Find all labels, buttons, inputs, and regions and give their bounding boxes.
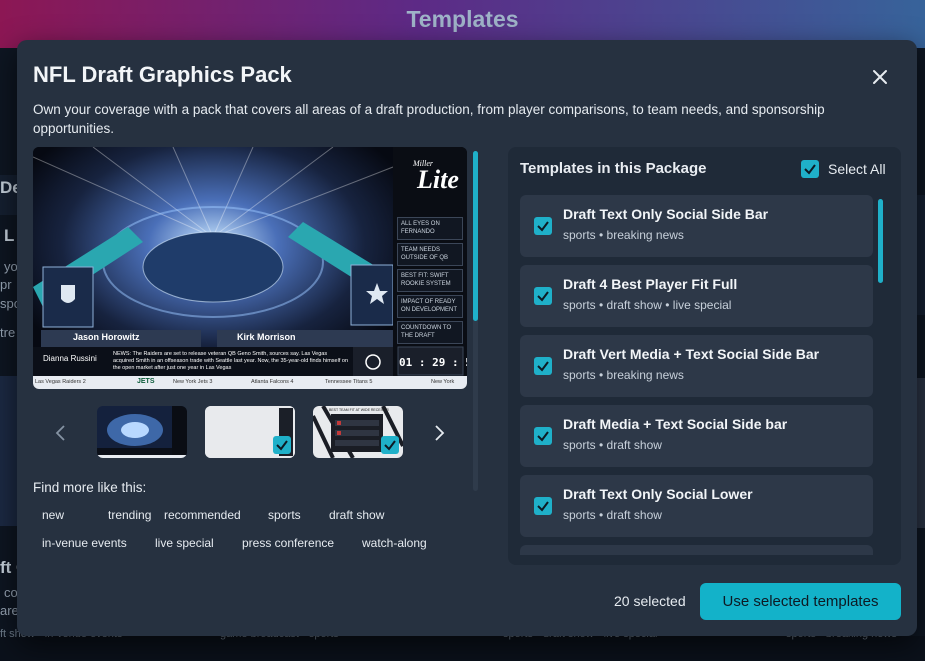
item-tags: sports • draft show • live special <box>563 298 732 312</box>
item-title: Draft Text Only Social Lower <box>563 486 753 502</box>
template-preview: Jason Horowitz Kirk Morrison Dianna Russ… <box>33 147 467 389</box>
tag-in-venue-events[interactable]: in-venue events <box>32 532 137 554</box>
bg-fragment: L <box>4 226 15 245</box>
close-icon <box>873 70 887 84</box>
tag-sports[interactable]: sports <box>258 504 311 526</box>
check-icon <box>276 440 288 451</box>
list-item[interactable]: Draft 4 Best Player Fit Full sports • dr… <box>520 265 873 327</box>
list-item-partial[interactable] <box>520 545 873 555</box>
news-ticker: NEWS: The Raiders are set to release vet… <box>113 351 348 371</box>
page-title: Templates <box>406 6 519 32</box>
list-item[interactable]: Draft Vert Media + Text Social Side Bar … <box>520 335 873 397</box>
ticker-score: Atlanta Falcons 4 <box>251 379 294 385</box>
modal-description: Own your coverage with a pack that cover… <box>33 102 825 136</box>
bg-fragment: yo <box>4 259 18 274</box>
list-item[interactable]: Draft Text Only Social Lower sports • dr… <box>520 475 873 537</box>
preview-scrollbar-thumb[interactable] <box>473 151 478 321</box>
ticker-score: New York <box>431 379 455 385</box>
item-checkbox[interactable] <box>534 287 552 305</box>
tag-press-conference[interactable]: press conference <box>232 532 344 554</box>
item-tags: sports • draft show <box>563 508 662 522</box>
templates-panel: Templates in this Package Select All Dra… <box>508 147 901 565</box>
tag-draft-show[interactable]: draft show <box>319 504 394 526</box>
item-checkbox[interactable] <box>534 357 552 375</box>
thumbnail-2[interactable] <box>205 406 295 458</box>
lower-third-name-left: Jason Horowitz <box>73 332 140 342</box>
side-bar-item: IMPACT OF READY ON DEVELOPMENT <box>397 295 463 318</box>
item-title: Draft Vert Media + Text Social Side Bar <box>563 346 820 362</box>
list-item[interactable]: Draft Text Only Social Side Bar sports •… <box>520 195 873 257</box>
thumbnail-next-button[interactable] <box>431 423 447 443</box>
bg-fragment: are <box>0 603 19 618</box>
template-list-scrollbar-thumb[interactable] <box>878 199 883 283</box>
tag-new[interactable]: new <box>32 504 74 526</box>
thumbnail-3[interactable]: BEST TEAM FIT AT WIDE RECEIVER <box>313 406 403 458</box>
check-icon <box>537 501 549 512</box>
check-icon <box>804 164 816 175</box>
item-title: Draft Text Only Social Side Bar <box>563 206 769 222</box>
bg-card-right-image <box>917 378 925 528</box>
check-icon <box>537 361 549 372</box>
panel-title: Templates in this Package <box>520 160 707 177</box>
bg-fragment: tre <box>0 325 16 340</box>
tag-recommended[interactable]: recommended <box>154 504 251 526</box>
selected-count: 20 selected <box>614 593 686 609</box>
tag-watch-along[interactable]: watch-along <box>352 532 437 554</box>
select-all-toggle[interactable]: Select All <box>801 160 886 178</box>
item-tags: sports • breaking news <box>563 228 684 242</box>
select-all-checkbox[interactable] <box>801 160 819 178</box>
thumbnail-selected-checkbox[interactable] <box>273 436 291 454</box>
lower-third-name-right: Kirk Morrison <box>237 332 296 342</box>
chevron-right-icon <box>435 425 445 441</box>
ticker-score: Tennessee Titans 5 <box>325 379 373 385</box>
template-package-modal: NFL Draft Graphics Pack Own your coverag… <box>17 40 917 636</box>
tag-trending[interactable]: trending <box>98 504 161 526</box>
modal-title: NFL Draft Graphics Pack <box>33 62 292 87</box>
check-icon <box>384 440 396 451</box>
side-bar-item: TEAM NEEDS OUTSIDE OF QB <box>397 243 463 266</box>
ticker-score: Las Vegas Raiders 2 <box>35 379 86 385</box>
tag-live-special[interactable]: live special <box>145 532 224 554</box>
side-bar-item: BEST FIT: SWIFT ROOKIE SYSTEM <box>397 269 463 292</box>
check-icon <box>537 221 549 232</box>
ticker-score: New York Jets 3 <box>173 379 213 385</box>
check-icon <box>537 291 549 302</box>
thumbnail-selected-checkbox[interactable] <box>381 436 399 454</box>
bg-fragment: pr <box>0 277 12 292</box>
item-tags: sports • breaking news <box>563 368 684 382</box>
side-bar-item: COUNTDOWN TO THE DRAFT <box>397 321 463 344</box>
find-more-label: Find more like this: <box>33 480 147 495</box>
check-icon <box>537 431 549 442</box>
item-checkbox[interactable] <box>534 497 552 515</box>
thumbnail-stadium-image <box>97 406 187 458</box>
template-list: Draft Text Only Social Side Bar sports •… <box>520 195 874 555</box>
item-checkbox[interactable] <box>534 427 552 445</box>
item-tags: sports • draft show <box>563 438 662 452</box>
bg-card-right <box>917 195 925 315</box>
item-checkbox[interactable] <box>534 217 552 235</box>
select-all-label: Select All <box>828 161 886 177</box>
countdown-clock: 01 : 29 : 58 <box>399 356 467 369</box>
thumbnail-1[interactable] <box>97 406 187 458</box>
bg-fragment: co <box>4 585 18 600</box>
sponsor-logo: Lite <box>417 165 459 194</box>
item-title: Draft 4 Best Player Fit Full <box>563 276 738 292</box>
close-button[interactable] <box>868 65 892 89</box>
ticker-score: JETS <box>137 378 155 385</box>
chevron-left-icon <box>55 425 65 441</box>
bg-card-image <box>0 376 17 526</box>
anchor-name: Dianna Russini <box>43 354 97 363</box>
list-item[interactable]: Draft Media + Text Social Side bar sport… <box>520 405 873 467</box>
item-title: Draft Media + Text Social Side bar <box>563 416 788 432</box>
side-bar-item: ALL EYES ON FERNANDO <box>397 217 463 240</box>
thumbnail-header-text: BEST TEAM FIT AT WIDE RECEIVER <box>329 408 389 412</box>
use-selected-templates-button[interactable]: Use selected templates <box>700 583 901 620</box>
thumbnail-prev-button[interactable] <box>53 423 69 443</box>
